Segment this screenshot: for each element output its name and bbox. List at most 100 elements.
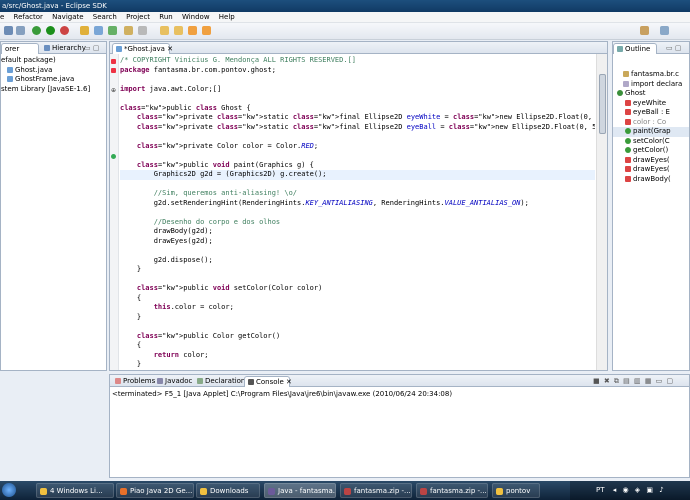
tree-item-ghost-java[interactable]: Ghost.java bbox=[1, 66, 106, 76]
outline-item-imports[interactable]: import declara bbox=[613, 80, 689, 90]
menu-navigate[interactable]: Navigate bbox=[52, 13, 83, 21]
tree-item-ghostframe-java[interactable]: GhostFrame.java bbox=[1, 75, 106, 85]
code-line[interactable]: Graphics2D g2d = (Graphics2D) g.create()… bbox=[120, 170, 595, 180]
run-icon[interactable] bbox=[46, 26, 55, 35]
code-line[interactable]: g2d.setRenderingHint(RenderingHints.KEY_… bbox=[120, 199, 595, 209]
debug-perspective-icon[interactable] bbox=[660, 26, 669, 35]
code-line[interactable]: /* COPYRIGHT Vinicius G. Mendonça ALL RI… bbox=[120, 56, 595, 66]
code-line[interactable]: class="kw">public void paint(Graphics g)… bbox=[120, 161, 595, 171]
code-line[interactable] bbox=[120, 180, 595, 190]
tab-javadoc[interactable]: Javadoc bbox=[154, 376, 192, 387]
tab-package-explorer[interactable]: orer bbox=[1, 43, 39, 54]
code-line[interactable]: drawEyes(g2d); bbox=[120, 237, 595, 247]
forward-icon[interactable] bbox=[202, 26, 211, 35]
code-line[interactable]: { bbox=[120, 341, 595, 351]
taskbar-item[interactable]: fantasma.zip -... bbox=[416, 483, 488, 498]
code-line[interactable]: drawBody(g2d); bbox=[120, 227, 595, 237]
code-line[interactable] bbox=[120, 94, 595, 104]
tab-hierarchy[interactable]: Hierarchy bbox=[41, 43, 86, 54]
code-line[interactable]: this.color = color; bbox=[120, 303, 595, 313]
menu-refactor[interactable]: Refactor bbox=[14, 13, 43, 21]
tree-item-system-library[interactable]: stem Library [JavaSE-1.6] bbox=[1, 85, 106, 95]
close-icon[interactable]: ✕ bbox=[286, 378, 292, 386]
taskbar-item[interactable]: fantasma.zip -... bbox=[340, 483, 412, 498]
editor-scrollbar[interactable] bbox=[596, 54, 607, 370]
menu-project[interactable]: Project bbox=[126, 13, 150, 21]
tray-icons[interactable]: ◂ ◉ ◈ ▣ ♪ bbox=[613, 486, 666, 494]
outline-item-package[interactable]: fantasma.br.c bbox=[613, 70, 689, 80]
code-line[interactable]: { bbox=[120, 294, 595, 304]
new-class-icon[interactable] bbox=[108, 26, 117, 35]
code-text[interactable]: /* COPYRIGHT Vinicius G. Mendonça ALL RI… bbox=[120, 56, 595, 370]
debug-icon[interactable] bbox=[32, 26, 41, 35]
outline-item-method[interactable]: drawEyes( bbox=[613, 156, 689, 166]
new-icon[interactable] bbox=[4, 26, 13, 35]
console-toolbar[interactable]: ■ ✖ ⧉ ▤ ▥ ▦ ▭ ▢ bbox=[590, 376, 690, 387]
save-icon[interactable] bbox=[16, 26, 25, 35]
code-line[interactable]: class="kw">public void setColor(Color co… bbox=[120, 284, 595, 294]
code-line[interactable]: package fantasma.br.com.pontov.ghost; bbox=[120, 66, 595, 76]
java-perspective-icon[interactable] bbox=[640, 26, 649, 35]
explorer-view-controls[interactable]: ▭ ▢ bbox=[81, 43, 107, 54]
code-line[interactable] bbox=[120, 132, 595, 142]
language-indicator[interactable]: PT bbox=[596, 486, 605, 494]
start-button[interactable] bbox=[2, 483, 16, 497]
taskbar-item[interactable]: pontov bbox=[492, 483, 540, 498]
taskbar-item[interactable]: 4 Windows Li... bbox=[36, 483, 114, 498]
code-line[interactable]: } bbox=[120, 313, 595, 323]
outline-item-field[interactable]: color : Co bbox=[613, 118, 689, 128]
search-icon[interactable] bbox=[138, 26, 147, 35]
open-type-icon[interactable] bbox=[124, 26, 133, 35]
menu-search[interactable]: Search bbox=[93, 13, 117, 21]
next-annotation-icon[interactable] bbox=[160, 26, 169, 35]
menu-help[interactable]: Help bbox=[219, 13, 235, 21]
code-line[interactable]: return color; bbox=[120, 351, 595, 361]
menu-run[interactable]: Run bbox=[159, 13, 172, 21]
back-icon[interactable] bbox=[188, 26, 197, 35]
taskbar-item-active[interactable]: Java - fantasma... bbox=[264, 483, 336, 498]
code-line[interactable]: //Sim, queremos anti-aliasing! \o/ bbox=[120, 189, 595, 199]
code-line[interactable]: class="kw">public Color getColor() bbox=[120, 332, 595, 342]
outline-item-method[interactable]: setColor(C bbox=[613, 137, 689, 147]
code-line[interactable] bbox=[120, 151, 595, 161]
code-line[interactable]: } bbox=[120, 265, 595, 275]
new-package-icon[interactable] bbox=[94, 26, 103, 35]
tab-declaration[interactable]: Declaration bbox=[194, 376, 245, 387]
new-java-project-icon[interactable] bbox=[80, 26, 89, 35]
error-marker-icon[interactable] bbox=[111, 59, 116, 64]
outline-item-method[interactable]: getColor() bbox=[613, 146, 689, 156]
code-line[interactable] bbox=[120, 75, 595, 85]
tab-ghost-java[interactable]: *Ghost.java ✕ bbox=[112, 43, 173, 54]
tab-console[interactable]: Console ✕ bbox=[244, 376, 292, 387]
code-line[interactable] bbox=[120, 275, 595, 285]
close-icon[interactable]: ✕ bbox=[167, 45, 173, 53]
outline-item-field[interactable]: eyeWhite bbox=[613, 99, 689, 109]
code-line[interactable]: } bbox=[120, 360, 595, 370]
editor-scrollbar-thumb[interactable] bbox=[599, 74, 606, 134]
tree-item-default-package[interactable]: efault package) bbox=[1, 56, 106, 66]
code-line[interactable] bbox=[120, 246, 595, 256]
code-line[interactable]: class="kw">private class="kw">static cla… bbox=[120, 123, 595, 133]
outline-item-method[interactable]: paint(Grap bbox=[613, 127, 689, 137]
outline-item-method[interactable]: drawEyes( bbox=[613, 165, 689, 175]
fold-icon[interactable]: ⊕ bbox=[111, 88, 116, 94]
code-line[interactable] bbox=[120, 208, 595, 218]
code-line[interactable]: g2d.dispose(); bbox=[120, 256, 595, 266]
external-tools-icon[interactable] bbox=[60, 26, 69, 35]
outline-item-class[interactable]: Ghost bbox=[613, 89, 689, 99]
code-line[interactable] bbox=[120, 322, 595, 332]
menu-window[interactable]: Window bbox=[182, 13, 210, 21]
code-line[interactable]: class="kw">private Color color = Color.R… bbox=[120, 142, 595, 152]
outline-item-method[interactable]: drawBody( bbox=[613, 175, 689, 185]
menu-file[interactable]: e bbox=[0, 13, 4, 21]
tab-problems[interactable]: Problems bbox=[112, 376, 155, 387]
outline-view-controls[interactable]: ▭ ▢ bbox=[663, 43, 689, 54]
error-marker-icon[interactable] bbox=[111, 68, 116, 73]
code-line[interactable]: class="kw">private class="kw">static cla… bbox=[120, 113, 595, 123]
taskbar-item[interactable]: Downloads bbox=[196, 483, 260, 498]
code-line[interactable]: class="kw">public class Ghost { bbox=[120, 104, 595, 114]
code-line[interactable]: import java.awt.Color;[] bbox=[120, 85, 595, 95]
code-line[interactable]: //Desenho do corpo e dos olhos bbox=[120, 218, 595, 228]
taskbar-item[interactable]: Piao Java 2D Ge... bbox=[116, 483, 194, 498]
tab-outline[interactable]: Outline bbox=[613, 43, 657, 54]
